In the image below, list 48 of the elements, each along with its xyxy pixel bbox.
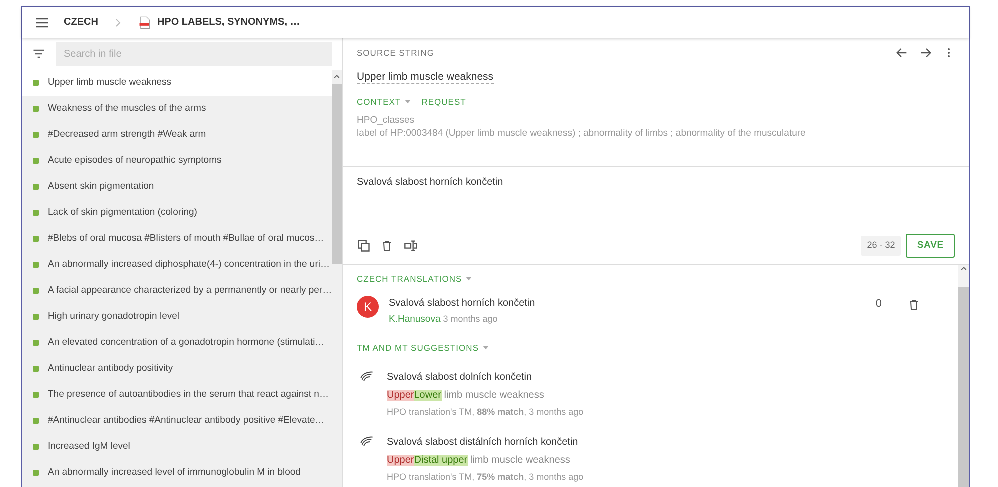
- match-info: HPO translation's TM, 75% match, 3 months ago: [387, 470, 584, 484]
- character-counter: 26 · 32: [861, 236, 902, 256]
- context-text: HPO_classes: [357, 114, 416, 127]
- diff-text: UpperLower limb muscle weakness: [387, 389, 546, 404]
- search-field[interactable]: Search in file: [56, 42, 332, 66]
- copy-icon[interactable]: [357, 238, 371, 253]
- string-list-item[interactable]: Weakness of the muscles of the arms: [22, 96, 332, 122]
- string-list-item[interactable]: An abnormally increased diphosphate(4-) concentration in the uri…: [22, 252, 332, 278]
- string-list-item[interactable]: Antinuclear antibody positivity: [22, 356, 332, 382]
- match-info: HPO translation's TM, 88% match, 3 months ago: [387, 406, 584, 419]
- string-list-item[interactable]: #Antinuclear antibodies #Antinuclear antibody positive #Elevate…: [22, 408, 332, 434]
- arrow-left-icon[interactable]: [895, 46, 909, 60]
- text-cursor-icon[interactable]: [403, 238, 419, 253]
- avatar: K: [357, 296, 379, 318]
- section-label: SOURCE STRING: [357, 46, 434, 60]
- breadcrumb-link[interactable]: HPO LABELS, SYNONYMS, …: [157, 15, 300, 30]
- string-list-item[interactable]: A facial appearance characterized by a permanently or nearly per…: [22, 278, 332, 304]
- string-list-item[interactable]: #Blebs of oral mucosa #Blisters of mouth #Bullae of oral mucos…: [22, 226, 332, 252]
- caret-icon: [404, 98, 412, 106]
- diff-text: UpperDistal upper limb muscle weakness: [387, 454, 572, 468]
- string-list-item[interactable]: #Decreased arm strength #Weak arm: [22, 122, 332, 148]
- trash-icon[interactable]: [381, 238, 393, 253]
- breadcrumb-link[interactable]: CZECH: [64, 15, 98, 30]
- caret-icon: [464, 275, 473, 284]
- string-list-item[interactable]: High urinary gonadotropin level: [22, 304, 332, 330]
- string-list-item[interactable]: The presence of autoantibodies in the serum that react against n…: [22, 382, 332, 408]
- string-list-item[interactable]: Upper limb muscle weakness: [22, 70, 332, 96]
- filter-icon[interactable]: [32, 47, 46, 61]
- caret-icon: [482, 344, 490, 352]
- suggestion-text: Svalová slabost distálních horních končetin: [387, 436, 580, 450]
- string-list-item[interactable]: Absent skin pigmentation: [22, 174, 332, 200]
- chevron-up-icon[interactable]: [333, 73, 341, 81]
- file-icon: [138, 14, 152, 30]
- string-list-item[interactable]: Lack of skin pigmentation (coloring): [22, 200, 332, 226]
- vote-count: 0: [876, 296, 882, 312]
- context-text: label of HP:0003484 (Upper limb muscle weakness) ; abnormality of limbs ; abnormality of the musculature: [357, 126, 807, 140]
- chevron-up-icon[interactable]: [960, 265, 968, 273]
- scrollbar[interactable]: [958, 265, 969, 487]
- suggestion-text: Svalová slabost dolních končetin: [387, 371, 534, 386]
- string-list-item[interactable]: Increased IgM level: [22, 434, 332, 460]
- source-text: Upper limb muscle weakness: [357, 71, 494, 84]
- string-list-item[interactable]: An abnormally increased level of immunoglobulin M in blood: [22, 460, 332, 486]
- arrow-right-icon[interactable]: [919, 46, 933, 60]
- trash-icon[interactable]: [908, 298, 920, 312]
- string-list-item[interactable]: An elevated concentration of a gonadotropin hormone (stimulati…: [22, 330, 332, 356]
- timestamp: 3 months ago: [443, 313, 498, 326]
- translation-text: Svalová slabost horních končetin: [389, 296, 536, 311]
- string-list-item[interactable]: Acute episodes of neuropathic symptoms: [22, 148, 332, 174]
